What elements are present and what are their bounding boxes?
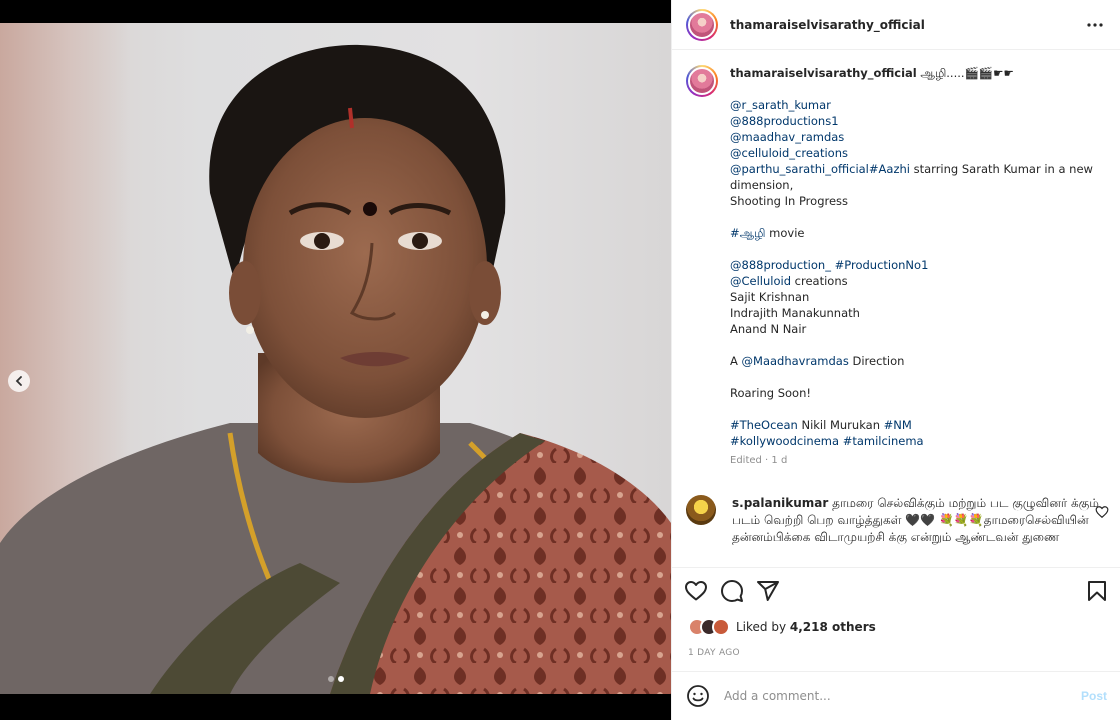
carousel-dot-active — [337, 676, 344, 682]
more-options-button[interactable] — [1083, 13, 1107, 37]
caption-line: @parthu_sarathi_official#Aazhi starring … — [730, 161, 1107, 193]
hashtag-link[interactable]: #ProductionNo1 — [835, 258, 929, 272]
add-comment-bar: Post — [672, 671, 1120, 720]
caption-text-segment: movie — [765, 226, 805, 240]
caption-text-segment: Indrajith Manakunnath — [730, 306, 860, 320]
mention-link[interactable]: @Celluloid — [730, 274, 791, 288]
mention-link[interactable]: @maadhav_ramdas — [730, 130, 844, 144]
chevron-left-icon — [15, 376, 22, 386]
share-icon — [757, 581, 779, 601]
caption-line: Shooting In Progress — [730, 193, 1107, 209]
caption-line — [730, 209, 1107, 225]
carousel-prev-button[interactable] — [8, 370, 30, 392]
caption-line: #ஆழி movie — [730, 225, 1107, 241]
hashtag-link[interactable]: #Aazhi — [869, 162, 910, 176]
caption-line: @celluloid_creations — [730, 145, 1107, 161]
emoji-button[interactable] — [686, 684, 710, 708]
mention-link[interactable]: @parthu_sarathi_official — [730, 162, 869, 176]
mention-link[interactable]: @888productions1 — [730, 114, 839, 128]
caption-title-line: thamaraiselvisarathy_official ஆழி.....🎬🎬… — [730, 65, 1107, 81]
caption-text-segment: creations — [791, 274, 848, 288]
comment-item: s.palanikumar தாமரை செல்விக்கும் மற்றும்… — [672, 469, 1120, 546]
hashtag-link[interactable]: #tamilcinema — [843, 434, 924, 448]
commenter-avatar[interactable] — [686, 495, 716, 525]
more-horizontal-icon — [1087, 22, 1103, 27]
caption-username[interactable]: thamaraiselvisarathy_official — [730, 66, 917, 80]
post-comment-button[interactable]: Post — [1081, 689, 1107, 703]
mention-link[interactable]: @Maadhavramdas — [742, 354, 849, 368]
author-avatar[interactable] — [686, 8, 718, 41]
caption-line: @888production_ #ProductionNo1 — [730, 257, 1107, 273]
hashtag-link[interactable]: #kollywoodcinema — [730, 434, 839, 448]
portrait-illustration — [0, 44, 671, 694]
caption: thamaraiselvisarathy_official ஆழி.....🎬🎬… — [672, 51, 1120, 469]
caption-text-segment: Anand N Nair — [730, 322, 807, 336]
caption-text-segment: A — [730, 354, 742, 368]
hashtag-link[interactable]: #NM — [884, 418, 912, 432]
mention-link[interactable]: @celluloid_creations — [730, 146, 848, 160]
mention-link[interactable]: @r_sarath_kumar — [730, 98, 831, 112]
comment-icon — [721, 580, 743, 602]
post-image — [0, 23, 671, 694]
smiley-icon — [687, 685, 709, 707]
caption-line: @888productions1 — [730, 113, 1107, 129]
caption-line: @r_sarath_kumar — [730, 97, 1107, 113]
like-button[interactable] — [684, 579, 708, 603]
mention-link[interactable]: @888production_ — [730, 258, 831, 272]
caption-title: ஆழி.....🎬🎬☛☛ — [920, 66, 1014, 80]
caption-line: Roaring Soon! — [730, 385, 1107, 401]
likes-prefix: Liked by — [736, 620, 790, 634]
caption-line — [730, 241, 1107, 257]
post-modal: thamaraiselvisarathy_official thamaraise… — [0, 0, 1120, 720]
caption-text-segment: Shooting In Progress — [730, 194, 849, 208]
caption-line: Indrajith Manakunnath — [730, 305, 1107, 321]
comments-list[interactable]: thamaraiselvisarathy_official ஆழி.....🎬🎬… — [672, 51, 1120, 567]
comment-like-icon[interactable] — [1095, 505, 1109, 519]
post-timestamp[interactable]: 1 DAY AGO — [672, 640, 1120, 658]
caption-text-segment: Roaring Soon! — [730, 386, 811, 400]
caption-line: #TheOcean Nikil Murukan #NM — [730, 417, 1107, 433]
liker-avatar[interactable] — [712, 618, 730, 636]
action-bar — [672, 568, 1120, 614]
caption-meta: Edited · 1 d — [730, 455, 788, 466]
caption-text-segment: Nikil Murukan — [797, 418, 884, 432]
comment-button[interactable] — [720, 579, 744, 603]
caption-body: thamaraiselvisarathy_official ஆழி.....🎬🎬… — [730, 65, 1107, 469]
comment-input[interactable] — [724, 689, 1044, 703]
comment-body: s.palanikumar தாமரை செல்விக்கும் மற்றும்… — [732, 495, 1102, 546]
likes-summary: Liked by 4,218 others — [672, 614, 1120, 640]
caption-line — [730, 337, 1107, 353]
save-button[interactable] — [1085, 579, 1109, 603]
post-side-panel: thamaraiselvisarathy_official thamaraise… — [671, 0, 1120, 720]
author-username[interactable]: thamaraiselvisarathy_official — [730, 18, 925, 32]
post-header: thamaraiselvisarathy_official — [672, 0, 1120, 50]
post-actions: Liked by 4,218 others 1 DAY AGO — [672, 567, 1120, 658]
caption-line: Anand N Nair — [730, 321, 1107, 337]
likes-text: Liked by 4,218 others — [736, 620, 876, 634]
carousel-indicator — [0, 676, 671, 682]
likes-count[interactable]: 4,218 others — [790, 620, 876, 634]
hashtag-link[interactable]: #TheOcean — [730, 418, 798, 432]
caption-line — [730, 369, 1107, 385]
caption-text-segment: Sajit Krishnan — [730, 290, 810, 304]
caption-line — [730, 401, 1107, 417]
heart-icon — [685, 581, 707, 601]
carousel-dot — [327, 676, 334, 682]
caption-text-segment: Direction — [848, 354, 905, 368]
caption-author-avatar[interactable] — [686, 65, 718, 97]
share-button[interactable] — [756, 579, 780, 603]
caption-text: @r_sarath_kumar @888productions1 @maadhav_… — [730, 97, 1107, 449]
caption-line: #kollywoodcinema #tamilcinema — [730, 433, 1107, 449]
caption-line: @maadhav_ramdas — [730, 129, 1107, 145]
caption-line: Sajit Krishnan — [730, 289, 1107, 305]
caption-line: A @Maadhavramdas Direction — [730, 353, 1107, 369]
bookmark-icon — [1088, 581, 1106, 601]
commenter-username[interactable]: s.palanikumar — [732, 496, 828, 510]
caption-line: @Celluloid creations — [730, 273, 1107, 289]
hashtag-link[interactable]: #ஆழி — [730, 226, 766, 240]
